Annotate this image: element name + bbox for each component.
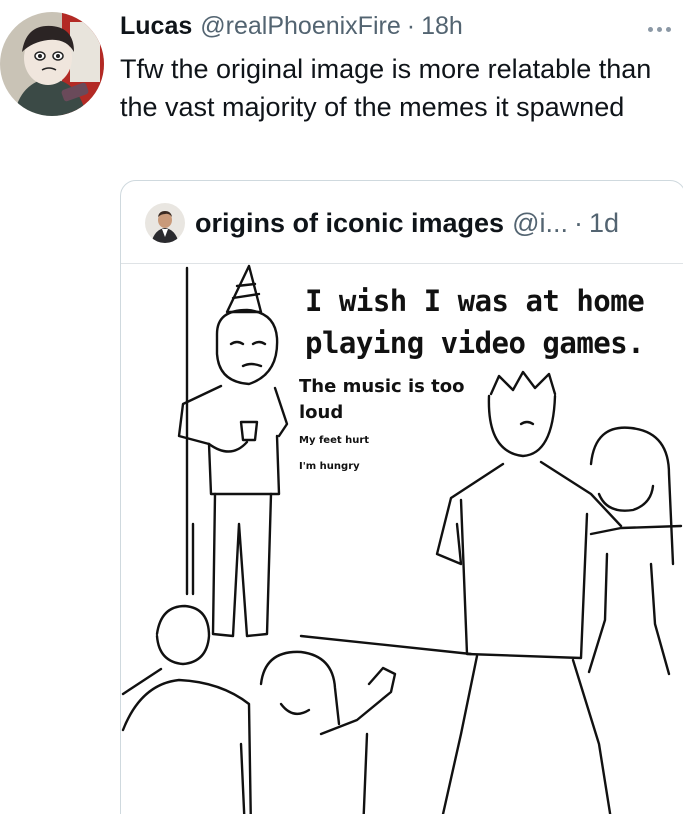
- tweet-text: Tfw the original image is more relatable…: [120, 54, 652, 122]
- author-handle[interactable]: @realPhoenixFire: [200, 12, 400, 41]
- author-name[interactable]: Lucas: [120, 12, 192, 41]
- separator-dot: ·: [406, 12, 416, 40]
- quoted-separator-dot: ·: [574, 207, 583, 238]
- meme-caption-main-line-2: playing video games.: [305, 326, 645, 360]
- meme-caption-secondary-line-2: loud: [299, 402, 344, 423]
- quoted-tweet-card[interactable]: origins of iconic images @i... · 1d I wi…: [120, 180, 683, 814]
- meme-caption-small-line-2: I'm hungry: [299, 461, 360, 472]
- meme-caption-secondary-line-1: The music is too: [299, 376, 465, 397]
- more-horizontal-icon[interactable]: [648, 22, 680, 36]
- quoted-tweet-header: origins of iconic images @i... · 1d: [145, 203, 619, 243]
- quoted-author-name: origins of iconic images: [195, 207, 505, 238]
- meme-caption-main-line-1: I wish I was at home: [305, 284, 645, 318]
- meme-image[interactable]: I wish I was at home playing video games…: [121, 263, 683, 814]
- meme-caption-small-line-1: My feet hurt: [299, 435, 370, 446]
- quoted-author-handle: @i...: [512, 207, 568, 238]
- meme-caption-small: My feet hurt I'm hungry: [299, 428, 369, 480]
- quoted-author-avatar: [145, 203, 185, 243]
- tweet-time[interactable]: 18h: [421, 12, 463, 41]
- quoted-tweet-time: 1d: [589, 207, 620, 238]
- tweet-header: Lucas @realPhoenixFire · 18h: [120, 12, 463, 46]
- author-avatar[interactable]: [0, 12, 104, 116]
- meme-caption-secondary: The music is too loud: [299, 374, 464, 426]
- meme-caption-main: I wish I was at home playing video games…: [305, 280, 645, 364]
